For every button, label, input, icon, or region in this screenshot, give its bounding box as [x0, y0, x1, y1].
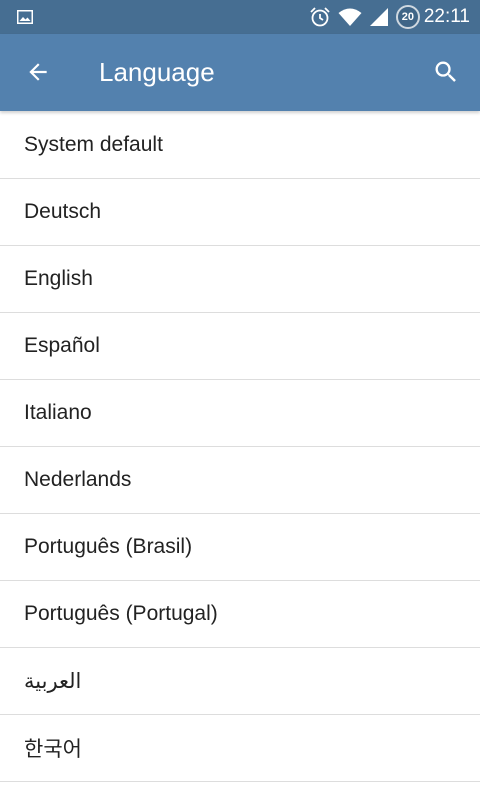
language-item-english[interactable]: English [0, 246, 480, 313]
language-item-system-default[interactable]: System default [0, 112, 480, 179]
language-item-portugues-portugal[interactable]: Português (Portugal) [0, 581, 480, 648]
app-bar: Language [0, 34, 480, 111]
language-item-nederlands[interactable]: Nederlands [0, 447, 480, 514]
language-list: System default Deutsch English Español I… [0, 112, 480, 782]
search-icon [435, 61, 456, 82]
page-title: Language [99, 57, 215, 87]
search-button[interactable] [422, 48, 470, 96]
language-item-italiano[interactable]: Italiano [0, 380, 480, 447]
image-icon [17, 10, 33, 24]
language-item-portugues-brasil[interactable]: Português (Brasil) [0, 514, 480, 581]
language-item-arabic[interactable]: العربية [0, 648, 480, 715]
back-button[interactable] [14, 48, 62, 96]
language-item-espanol[interactable]: Español [0, 313, 480, 380]
wifi-icon [338, 8, 362, 26]
language-item-korean[interactable]: 한국어 [0, 715, 480, 782]
status-bar: 20 22:11 [0, 0, 480, 34]
signal-icon [369, 8, 388, 26]
arrow-back-icon [29, 63, 47, 81]
battery-icon: 20 [395, 5, 420, 29]
alarm-icon [310, 7, 330, 27]
language-item-deutsch[interactable]: Deutsch [0, 179, 480, 246]
status-time: 22:11 [423, 6, 470, 27]
